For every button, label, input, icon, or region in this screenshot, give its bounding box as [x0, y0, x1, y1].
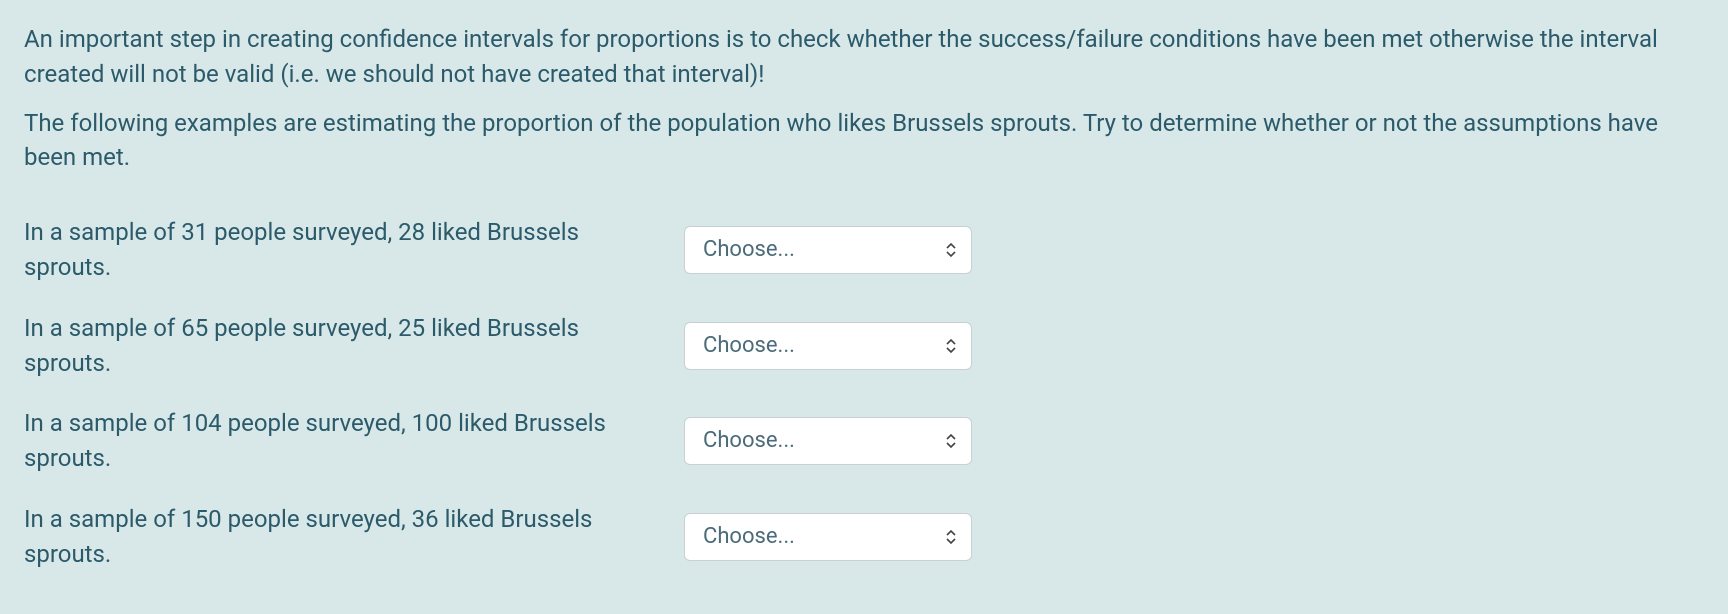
question-text: In a sample of 65 people surveyed, 25 li…: [24, 311, 684, 381]
questions-block: In a sample of 31 people surveyed, 28 li…: [24, 215, 1704, 571]
select-value: Choose...: [703, 521, 795, 553]
select-value: Choose...: [703, 425, 795, 457]
intro-paragraph-1: An important step in creating confidence…: [24, 22, 1704, 92]
question-text: In a sample of 31 people surveyed, 28 li…: [24, 215, 684, 285]
question-row: In a sample of 150 people surveyed, 36 l…: [24, 502, 1704, 572]
select-value: Choose...: [703, 330, 795, 362]
question-row: In a sample of 104 people surveyed, 100 …: [24, 406, 1704, 476]
intro-block: An important step in creating confidence…: [24, 22, 1704, 175]
question-text: In a sample of 150 people surveyed, 36 l…: [24, 502, 684, 572]
answer-select[interactable]: Choose...: [684, 322, 972, 370]
answer-select[interactable]: Choose...: [684, 226, 972, 274]
question-row: In a sample of 31 people surveyed, 28 li…: [24, 215, 1704, 285]
answer-select[interactable]: Choose...: [684, 513, 972, 561]
select-value: Choose...: [703, 234, 795, 266]
question-row: In a sample of 65 people surveyed, 25 li…: [24, 311, 1704, 381]
answer-select[interactable]: Choose...: [684, 417, 972, 465]
intro-paragraph-2: The following examples are estimating th…: [24, 106, 1704, 176]
question-text: In a sample of 104 people surveyed, 100 …: [24, 406, 684, 476]
